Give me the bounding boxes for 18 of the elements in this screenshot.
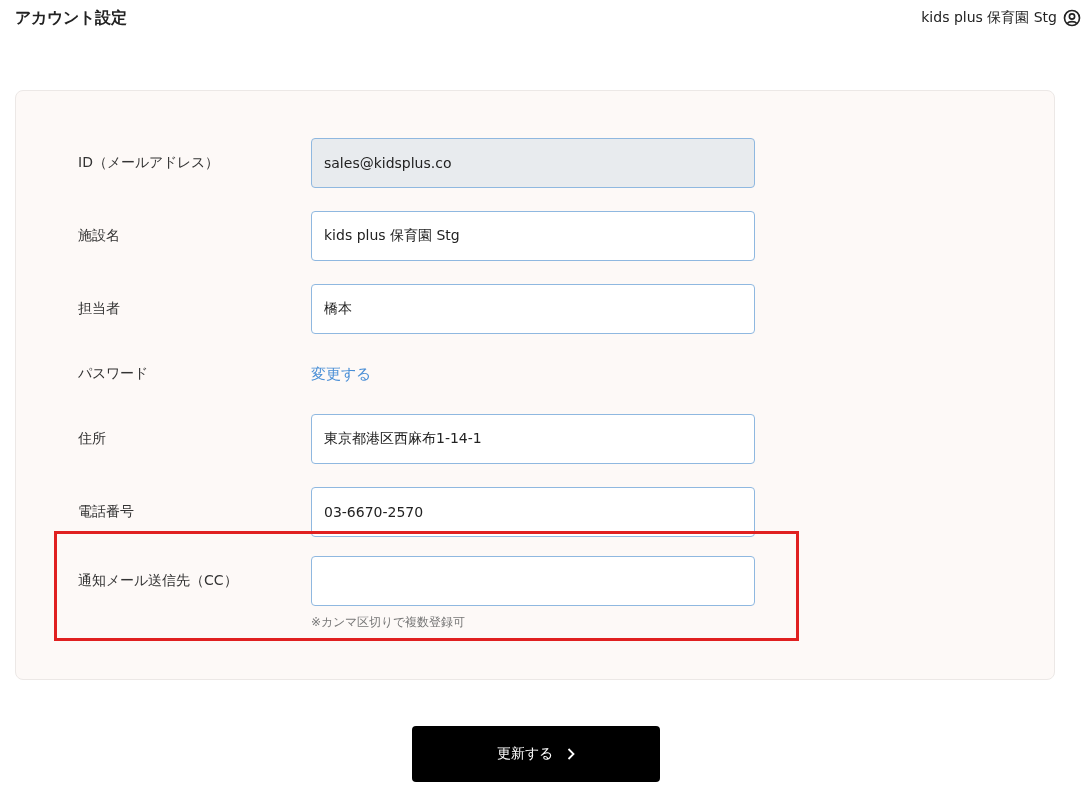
field-label: 通知メール送信先（CC）: [78, 571, 239, 590]
chevron-icon: [566, 748, 575, 760]
field-label: 施設名: [78, 226, 121, 245]
page-title: アカウント設定: [15, 7, 127, 29]
submit-button[interactable]: 更新する: [411, 726, 660, 782]
text-field[interactable]: [311, 556, 755, 606]
text-field[interactable]: 東京都港区西麻布1-14-1: [311, 414, 755, 464]
text-field[interactable]: kids plus 保育園 Stg: [311, 211, 755, 261]
field-label: 担当者: [78, 299, 121, 318]
hint-text: ※カンマ区切りで複数登録可: [311, 614, 467, 631]
field-label: 住所: [78, 429, 107, 448]
field-label: 電話番号: [78, 502, 135, 521]
text-field[interactable]: 03-6670-2570: [311, 487, 755, 537]
field-label: ID（メールアドレス）: [78, 153, 220, 172]
user-name: kids plus 保育園 Stg: [921, 9, 1057, 27]
text-field[interactable]: 橋本: [311, 284, 755, 334]
user-icon[interactable]: [1063, 9, 1081, 27]
field-label: パスワード: [78, 364, 149, 383]
